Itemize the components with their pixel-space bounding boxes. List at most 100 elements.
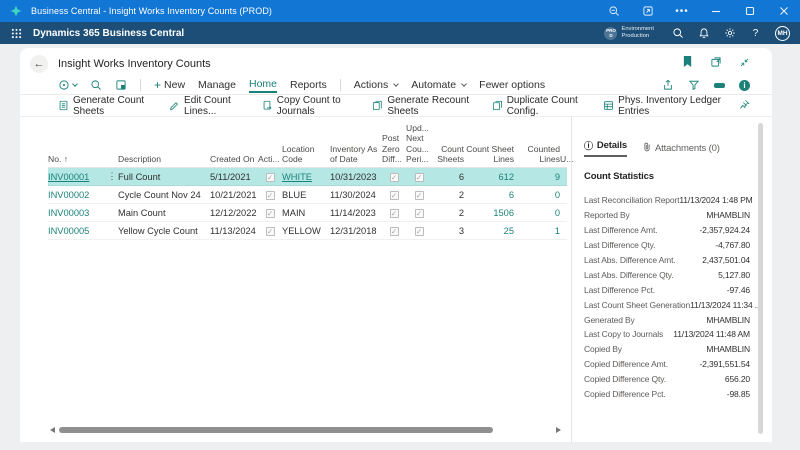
info-icon[interactable]: i (739, 79, 750, 91)
zoom-out-icon[interactable] (608, 5, 620, 17)
actions-menu[interactable]: Actions (354, 79, 400, 91)
count-sheets-cell: 2 (458, 207, 464, 218)
counted-lines-link[interactable]: 1 (555, 226, 560, 236)
active-checkbox[interactable]: ✓ (265, 226, 275, 236)
table-row[interactable]: INV00005 Yellow Cycle Count 11/13/2024 ✓… (48, 222, 567, 241)
description-cell: Yellow Cycle Count (118, 225, 198, 236)
more-options-icon[interactable]: ••• (675, 5, 688, 17)
notifications-bell-icon[interactable] (697, 27, 710, 40)
list-toggle-icon[interactable] (714, 82, 725, 88)
table-row[interactable]: INV00001 ⋮ Full Count 5/11/2021 ✓ WHITE … (48, 168, 567, 187)
location-code-link[interactable]: WHITE (282, 172, 312, 182)
row-context-menu-icon[interactable]: ⋮ (106, 171, 118, 182)
record-no-link[interactable]: INV00003 (48, 208, 89, 218)
table-row[interactable]: INV00003 Main Count 12/12/2022 ✓ MAIN 11… (48, 204, 567, 223)
location-code-cell[interactable]: YELLOW (282, 226, 330, 236)
bookmark-icon[interactable] (682, 55, 693, 73)
window-popout-icon[interactable] (642, 5, 654, 17)
share-icon[interactable] (662, 79, 674, 91)
generate-count-sheets-button[interactable]: Generate Count Sheets (58, 95, 152, 117)
manage-menu[interactable]: Manage (198, 79, 236, 91)
pin-icon[interactable] (739, 97, 750, 115)
inventory-as-of-date-cell: 11/14/2023 (330, 207, 376, 218)
count-sheet-lines-link[interactable]: 1506 (493, 208, 514, 218)
created-on-cell: 12/12/2022 (210, 207, 257, 218)
scroll-right-icon[interactable] (556, 427, 561, 433)
column-header-created-on[interactable]: Created On (210, 154, 258, 164)
column-header-post-zero-diff[interactable]: Post Zero Diff... (382, 133, 406, 164)
column-header-count-sheets[interactable]: Count Sheets (432, 144, 464, 165)
counted-lines-link[interactable]: 9 (555, 172, 560, 182)
generate-recount-sheets-button[interactable]: Generate Recount Sheets (372, 95, 474, 117)
stat-row: Copied Difference Amt. -2,391,551.54 (584, 359, 750, 370)
active-checkbox[interactable]: ✓ (265, 190, 275, 200)
active-checkbox[interactable]: ✓ (265, 172, 275, 182)
user-avatar[interactable]: MH (775, 25, 790, 41)
edit-count-lines-button[interactable]: Edit Count Lines... (169, 95, 245, 117)
maximize-icon[interactable] (744, 5, 756, 17)
settings-gear-icon[interactable] (723, 27, 736, 40)
list-search-icon[interactable] (90, 79, 102, 91)
details-scrollbar[interactable] (758, 123, 763, 434)
app-header: Dynamics 365 Business Central PROD Envir… (0, 22, 800, 44)
automate-menu[interactable]: Automate (411, 79, 467, 91)
home-tab[interactable]: Home (248, 78, 277, 93)
environment-indicator[interactable]: PROD Environment Production (604, 26, 654, 40)
phys-inventory-ledger-entries-button[interactable]: Phys. Inventory Ledger Entries (603, 95, 722, 117)
analyze-grid-icon[interactable] (115, 79, 127, 91)
count-sheet-lines-link[interactable]: 612 (498, 172, 514, 182)
update-next-count-checkbox[interactable]: ✓ (414, 226, 424, 236)
fewer-options-button[interactable]: Fewer options (479, 79, 545, 91)
minimize-icon[interactable] (710, 5, 722, 17)
business-central-app-icon (10, 5, 22, 17)
column-header-no[interactable]: No. ↑ (48, 154, 106, 164)
record-no-link[interactable]: INV00002 (48, 190, 89, 200)
active-checkbox[interactable]: ✓ (265, 208, 275, 218)
horizontal-scrollbar[interactable] (50, 425, 561, 435)
counted-lines-link[interactable]: 0 (555, 208, 560, 218)
inventory-as-of-date-cell: 11/30/2024 (330, 189, 376, 200)
scrollbar-thumb[interactable] (59, 427, 493, 433)
filter-icon[interactable] (688, 79, 700, 91)
copy-count-to-journals-button[interactable]: Copy Count to Journals (262, 95, 356, 117)
record-no-link[interactable]: INV00005 (48, 226, 89, 236)
reports-menu[interactable]: Reports (290, 79, 327, 91)
help-icon[interactable]: ? (749, 27, 762, 40)
post-zero-diff-checkbox[interactable]: ✓ (389, 172, 399, 182)
description-cell: Full Count (118, 171, 161, 182)
column-header-inventory-as-of-date[interactable]: Inventory As of Date (330, 144, 382, 165)
column-header-update-next-count-period[interactable]: Upd... Next Cou... Peri... (406, 123, 432, 164)
update-next-count-checkbox[interactable]: ✓ (414, 172, 424, 182)
views-lens-icon[interactable] (58, 79, 78, 91)
column-header-description[interactable]: Description (118, 154, 210, 164)
stat-row: Copied Difference Qty. 656.20 (584, 374, 750, 385)
column-header-counted-lines[interactable]: Counted Lines (514, 144, 561, 165)
update-next-count-checkbox[interactable]: ✓ (414, 208, 424, 218)
back-button[interactable]: ← (30, 55, 48, 73)
record-no-link[interactable]: INV00001 (48, 172, 89, 182)
count-sheet-lines-link[interactable]: 25 (504, 226, 514, 236)
tab-details[interactable]: ⓘ Details (584, 139, 627, 157)
column-header-count-sheet-lines[interactable]: Count Sheet Lines (464, 144, 514, 165)
duplicate-count-config-button[interactable]: Duplicate Count Config. (492, 95, 586, 117)
new-button[interactable]: + New (154, 79, 185, 91)
app-brand-title[interactable]: Dynamics 365 Business Central (33, 28, 184, 39)
tab-attachments[interactable]: Attachments (0) (643, 142, 720, 154)
post-zero-diff-checkbox[interactable]: ✓ (389, 208, 399, 218)
column-header-active[interactable]: Acti... (258, 154, 282, 164)
counted-lines-link[interactable]: 0 (555, 190, 560, 200)
table-row[interactable]: INV00002 Cycle Count Nov 24 10/21/2021 ✓… (48, 186, 567, 205)
info-circle-icon: ⓘ (584, 141, 593, 151)
collapse-diagonal-icon[interactable] (739, 55, 750, 73)
post-zero-diff-checkbox[interactable]: ✓ (389, 226, 399, 236)
update-next-count-checkbox[interactable]: ✓ (414, 190, 424, 200)
location-code-cell[interactable]: BLUE (282, 190, 330, 200)
location-code-cell[interactable]: MAIN (282, 208, 330, 218)
column-header-location-code[interactable]: Location Code (282, 144, 330, 165)
scroll-left-icon[interactable] (50, 427, 55, 433)
open-new-window-icon[interactable] (710, 55, 722, 73)
post-zero-diff-checkbox[interactable]: ✓ (389, 190, 399, 200)
waffle-menu-icon[interactable] (10, 27, 23, 40)
search-icon[interactable] (671, 27, 684, 40)
close-icon[interactable] (778, 5, 790, 17)
